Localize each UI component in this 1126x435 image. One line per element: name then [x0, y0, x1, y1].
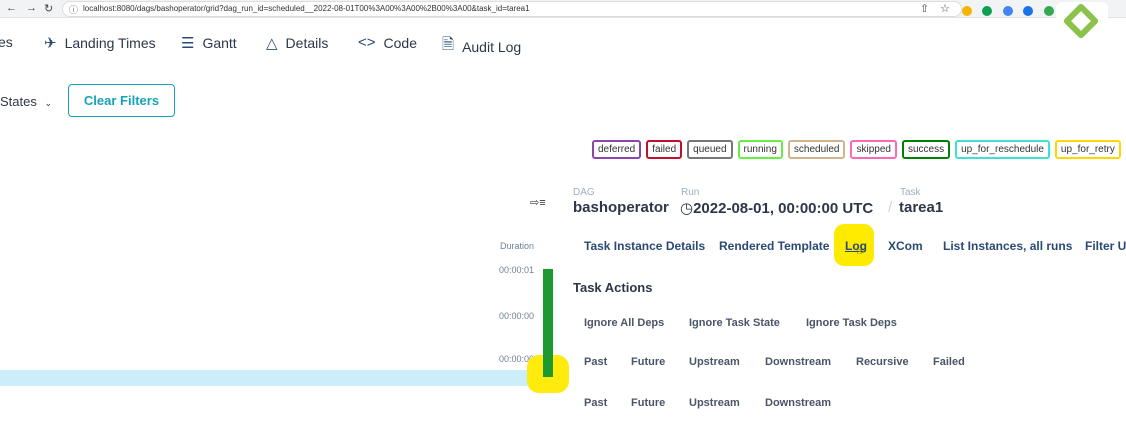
- clear-failed-toggle[interactable]: Failed: [933, 356, 965, 368]
- dag-label: DAG: [573, 187, 595, 198]
- tab-rendered-template[interactable]: Rendered Template: [719, 239, 829, 253]
- reload-icon[interactable]: ↻: [44, 2, 53, 15]
- extension-icon[interactable]: [1002, 6, 1013, 16]
- clear-recursive-toggle[interactable]: Recursive: [856, 356, 909, 368]
- mark-past-toggle[interactable]: Past: [584, 397, 607, 409]
- legend-item-queued[interactable]: queued: [687, 140, 733, 159]
- legend-item-up-for-reschedule[interactable]: up_for_reschedule: [955, 140, 1050, 159]
- mark-upstream-toggle[interactable]: Upstream: [689, 397, 740, 409]
- tab-gantt[interactable]: ☰ Gantt: [181, 34, 237, 52]
- task-label: Task: [900, 187, 921, 198]
- extension-icon[interactable]: [962, 6, 972, 16]
- tab-task-instance-details[interactable]: Task Instance Details: [584, 239, 705, 253]
- extension-icon[interactable]: [982, 6, 993, 16]
- legend-item-scheduled[interactable]: scheduled: [787, 140, 846, 159]
- tab-landing-times[interactable]: ✈ Landing Times: [44, 34, 156, 52]
- back-arrow-icon[interactable]: ←: [6, 2, 17, 14]
- duration-bar[interactable]: [543, 269, 553, 377]
- extension-icon[interactable]: [1023, 6, 1034, 16]
- ignore-all-deps-toggle[interactable]: Ignore All Deps: [584, 317, 664, 329]
- chevron-down-icon: ⌄: [44, 98, 53, 108]
- run-value[interactable]: ◷2022-08-01, 00:00:00 UTC: [680, 199, 873, 217]
- tab-list-instances[interactable]: List Instances, all runs: [943, 239, 1072, 253]
- clear-downstream-toggle[interactable]: Downstream: [765, 356, 831, 368]
- tab-details[interactable]: △ Details: [266, 34, 328, 52]
- legend-item-up-for-retry[interactable]: up_for_retry: [1054, 140, 1121, 159]
- browser-toolbar: ← → ↻ ⓘ localhost:8080/dags/bashoperator…: [0, 0, 1126, 18]
- state-legend: deferred failed queued running scheduled skip…: [592, 140, 1126, 159]
- ignore-task-deps-toggle[interactable]: Ignore Task Deps: [806, 317, 897, 329]
- task-name[interactable]: tarea1: [899, 199, 943, 216]
- legend-item-deferred[interactable]: deferred: [592, 140, 642, 159]
- legend-item-running[interactable]: running: [737, 140, 783, 159]
- mouse-pointer-icon: ☞: [856, 247, 865, 258]
- duration-tick: 00:00:00: [499, 311, 535, 321]
- tab-code[interactable]: <> Code: [358, 34, 417, 51]
- extensions-bar: [962, 3, 1060, 21]
- address-bar[interactable]: ⓘ localhost:8080/dags/bashoperator/grid?…: [62, 1, 962, 17]
- clock-icon: ◷: [680, 200, 694, 217]
- clear-future-toggle[interactable]: Future: [631, 356, 665, 368]
- duration-label: Duration: [500, 241, 535, 251]
- plane-landing-icon: ✈: [44, 35, 57, 52]
- bookmark-star-icon[interactable]: ☆: [940, 2, 950, 15]
- dag-name[interactable]: bashoperator: [573, 199, 669, 216]
- legend-item-skipped[interactable]: skipped: [850, 140, 897, 159]
- collapse-grid-icon[interactable]: ⇨≡: [530, 196, 546, 209]
- task-actions-title: Task Actions: [573, 280, 653, 295]
- states-filter-select[interactable]: States ⌄: [0, 94, 52, 109]
- clear-past-toggle[interactable]: Past: [584, 356, 607, 368]
- warning-triangle-icon: △: [266, 35, 278, 52]
- mark-future-toggle[interactable]: Future: [631, 397, 665, 409]
- code-icon: <>: [358, 34, 376, 51]
- tab-audit-log[interactable]: 🗎 Audit Log: [442, 34, 521, 59]
- mark-downstream-toggle[interactable]: Downstream: [765, 397, 831, 409]
- clear-upstream-toggle[interactable]: Upstream: [689, 356, 740, 368]
- clear-filters-button[interactable]: Clear Filters: [68, 84, 175, 117]
- extension-icon[interactable]: [1043, 6, 1054, 16]
- legend-item-failed[interactable]: failed: [646, 140, 683, 159]
- forward-arrow-icon[interactable]: →: [26, 2, 37, 14]
- duration-tick: 00:00:01: [499, 265, 535, 275]
- tab-xcom[interactable]: XCom: [888, 239, 923, 253]
- run-label: Run: [681, 187, 700, 198]
- legend-item-success[interactable]: success: [901, 140, 951, 159]
- breadcrumb-separator: /: [888, 199, 893, 216]
- document-icon: 🗎: [442, 36, 455, 53]
- gantt-icon: ☰: [181, 35, 195, 52]
- ignore-task-state-toggle[interactable]: Ignore Task State: [689, 317, 780, 329]
- url-text: localhost:8080/dags/bashoperator/grid?da…: [83, 4, 530, 13]
- selected-task-row[interactable]: [0, 370, 534, 386]
- info-icon[interactable]: ⓘ: [69, 3, 78, 16]
- tab-filter-upstream[interactable]: Filter Up: [1085, 239, 1126, 253]
- watermark-logo: [1056, 2, 1108, 46]
- tab-graph[interactable]: es: [0, 34, 13, 50]
- share-icon[interactable]: ⇧: [920, 2, 929, 15]
